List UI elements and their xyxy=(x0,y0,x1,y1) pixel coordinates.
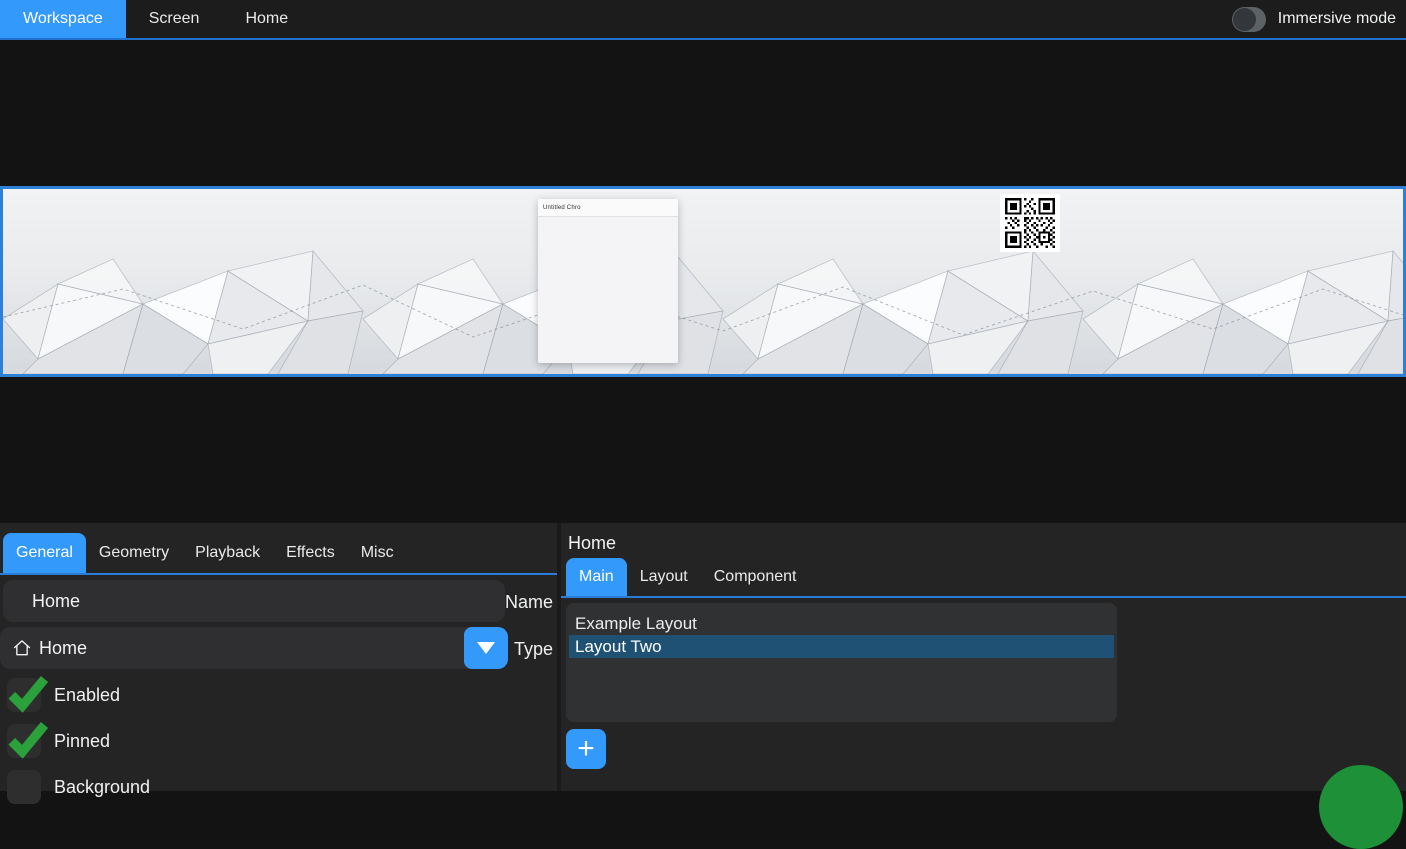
screen-properties-panel: General Geometry Playback Effects Misc H… xyxy=(0,523,557,791)
tab-underline xyxy=(561,596,1406,598)
home-icon xyxy=(12,638,32,658)
tab-component[interactable]: Component xyxy=(701,558,810,596)
type-field-label: Type xyxy=(514,639,553,660)
layout-list[interactable]: Example Layout Layout Two xyxy=(566,603,1117,722)
type-select-value: Home xyxy=(39,638,87,659)
tab-misc[interactable]: Misc xyxy=(348,533,407,573)
type-select[interactable]: Home xyxy=(0,627,508,669)
floating-window[interactable]: Untitled Chro xyxy=(538,199,678,363)
name-field-label: Name xyxy=(505,592,553,613)
property-panels: General Geometry Playback Effects Misc H… xyxy=(0,523,1406,791)
workspace-canvas[interactable]: Untitled Chro xyxy=(0,42,1406,521)
list-item-example-layout[interactable]: Example Layout xyxy=(569,612,1114,635)
home-panel-title: Home xyxy=(568,533,616,554)
screen-properties-tabs: General Geometry Playback Effects Misc xyxy=(3,533,407,573)
immersive-mode-toggle[interactable] xyxy=(1232,7,1266,32)
floating-window-titlebar[interactable]: Untitled Chro xyxy=(538,199,678,217)
background-label: Background xyxy=(54,777,150,798)
home-panel-tabs: Main Layout Component xyxy=(566,558,809,596)
panorama-image: Untitled Chro xyxy=(3,189,1403,374)
top-bar: Workspace Screen Home Immersive mode xyxy=(0,0,1406,40)
tab-layout[interactable]: Layout xyxy=(627,558,701,596)
enabled-checkbox[interactable] xyxy=(7,678,41,712)
tab-screen[interactable]: Screen xyxy=(126,0,223,38)
name-input-value: Home xyxy=(32,591,80,612)
green-action-button[interactable] xyxy=(1319,765,1403,849)
pinned-label: Pinned xyxy=(54,731,110,752)
tab-workspace[interactable]: Workspace xyxy=(0,0,126,38)
qr-code xyxy=(1000,194,1060,252)
tab-geometry[interactable]: Geometry xyxy=(86,533,182,573)
name-input[interactable]: Home xyxy=(3,580,505,622)
tab-effects[interactable]: Effects xyxy=(273,533,348,573)
qr-code-icon xyxy=(1005,198,1055,248)
lowpoly-art xyxy=(3,189,1403,374)
add-layout-button[interactable]: + xyxy=(566,729,606,769)
tab-underline xyxy=(0,573,557,575)
pinned-checkbox-row: Pinned xyxy=(7,724,110,758)
tab-home[interactable]: Home xyxy=(222,0,311,38)
background-checkbox[interactable] xyxy=(7,770,41,804)
pinned-checkbox[interactable] xyxy=(7,724,41,758)
toggle-knob xyxy=(1233,8,1256,31)
check-icon xyxy=(6,672,48,714)
enabled-checkbox-row: Enabled xyxy=(7,678,120,712)
tab-main[interactable]: Main xyxy=(566,558,627,596)
tab-general[interactable]: General xyxy=(3,533,86,573)
enabled-label: Enabled xyxy=(54,685,120,706)
immersive-mode-label: Immersive mode xyxy=(1278,10,1396,28)
tab-playback[interactable]: Playback xyxy=(182,533,273,573)
top-tab-bar: Workspace Screen Home xyxy=(0,0,311,38)
check-icon xyxy=(6,718,48,760)
top-bar-right: Immersive mode xyxy=(1232,0,1406,38)
type-dropdown-button[interactable] xyxy=(464,627,508,669)
panorama-screen[interactable]: Untitled Chro xyxy=(0,186,1406,377)
floating-window-title: Untitled Chro xyxy=(543,205,581,211)
list-item-layout-two[interactable]: Layout Two xyxy=(569,635,1114,658)
background-checkbox-row: Background xyxy=(7,770,150,804)
home-panel: Home Main Layout Component Example Layou… xyxy=(561,523,1406,791)
chevron-down-icon xyxy=(477,642,495,654)
